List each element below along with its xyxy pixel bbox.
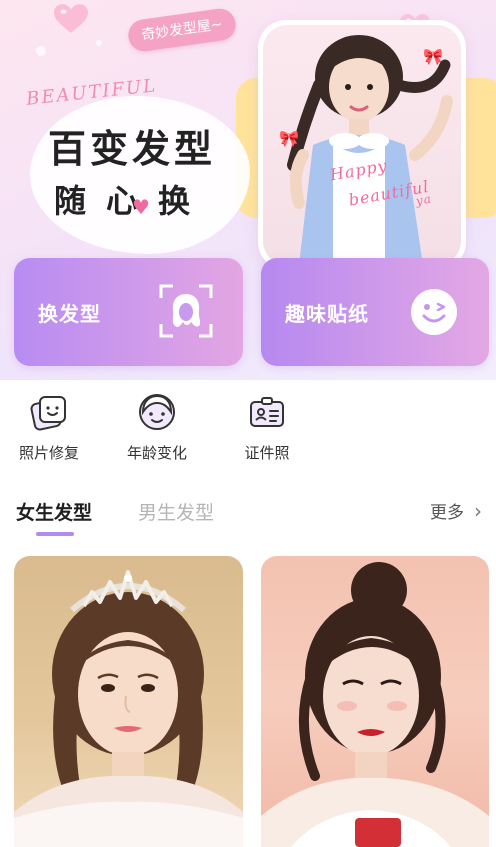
heart-icon (54, 4, 88, 34)
model-photo: 🎀 🎀 Happy beautiful ya (263, 25, 461, 265)
tool-age-change[interactable]: 年龄变化 (112, 392, 202, 463)
photo-repair-icon (29, 392, 69, 432)
age-change-icon (137, 392, 177, 432)
id-photo-icon (247, 392, 287, 432)
headline-line1: 百变发型 (48, 127, 217, 171)
bubble-deco (36, 46, 46, 56)
tool-label: 证件照 (244, 444, 290, 462)
hairstyle-photo (14, 570, 243, 847)
bow-icon: 🎀 (279, 129, 299, 148)
face-scan-icon (157, 282, 215, 340)
tool-photo-repair[interactable]: 照片修复 (4, 392, 94, 463)
bubble-deco (96, 40, 102, 46)
hairstyle-card[interactable] (14, 556, 243, 847)
tab-male-hairstyles[interactable]: 男生发型 (138, 498, 214, 525)
tool-label: 年龄变化 (126, 444, 187, 462)
feature-label: 换发型 (38, 301, 101, 326)
slogan-tag: 奇妙发型屋~ (126, 6, 238, 54)
smile-sticker-icon (411, 289, 457, 335)
hairstyle-photo (261, 562, 489, 847)
hairstyle-card[interactable] (261, 556, 489, 847)
fun-stickers-button[interactable]: 趣味贴纸 (261, 258, 489, 366)
more-link[interactable]: 更多 › (430, 498, 482, 524)
chevron-right-icon: › (474, 498, 482, 523)
small-heart-icon: ♥ (132, 195, 150, 219)
bow-icon: 🎀 (423, 47, 443, 66)
model-photo-frame: 🎀 🎀 Happy beautiful ya (258, 20, 466, 270)
tool-id-photo[interactable]: 证件照 (222, 392, 312, 463)
feature-label: 趣味贴纸 (285, 301, 369, 326)
yellow-decoration (464, 78, 496, 218)
tool-label: 照片修复 (18, 444, 79, 462)
change-hairstyle-button[interactable]: 换发型 (14, 258, 243, 366)
tab-female-hairstyles[interactable]: 女生发型 (16, 498, 92, 525)
active-tab-indicator (36, 532, 74, 536)
more-label: 更多 (430, 503, 464, 523)
